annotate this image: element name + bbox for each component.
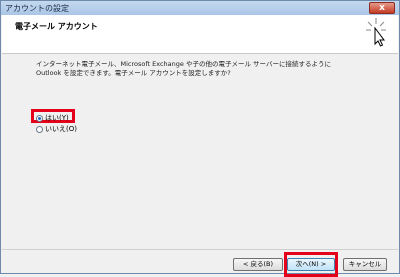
- description-text: インターネット電子メール、Microsoft Exchange や子の他の電子メ…: [36, 60, 376, 78]
- button-bar: < 戻る(B) 次へ(N) > キャンセル: [2, 249, 398, 277]
- radio-yes[interactable]: [36, 114, 43, 122]
- back-button[interactable]: < 戻る(B): [233, 258, 283, 271]
- next-button[interactable]: 次へ(N) >: [287, 258, 335, 271]
- title-bar[interactable]: アカウントの設定 x: [1, 1, 399, 15]
- option-no[interactable]: いいえ(O): [36, 124, 77, 134]
- description-line-2: Outlook を設定できます。電子メール アカウントを設定しますか?: [36, 69, 231, 77]
- body-panel: インターネット電子メール、Microsoft Exchange や子の他の電子メ…: [2, 54, 398, 249]
- close-button[interactable]: x: [369, 2, 395, 14]
- description-line-1: インターネット電子メール、Microsoft Exchange や子の他の電子メ…: [36, 60, 331, 68]
- wizard-cursor-icon: [366, 18, 386, 47]
- cancel-button[interactable]: キャンセル: [343, 258, 387, 271]
- page-title: 電子メール アカウント: [15, 22, 98, 31]
- account-setup-window: アカウントの設定 x 電子メール アカウント インターネット電子メール、Micr…: [0, 0, 400, 277]
- option-yes-label: はい(Y): [45, 114, 69, 122]
- header-panel: 電子メール アカウント: [2, 15, 398, 54]
- window-title: アカウントの設定: [5, 4, 69, 13]
- option-yes[interactable]: はい(Y): [36, 113, 69, 123]
- option-no-label: いいえ(O): [45, 125, 77, 133]
- radio-no[interactable]: [36, 125, 43, 133]
